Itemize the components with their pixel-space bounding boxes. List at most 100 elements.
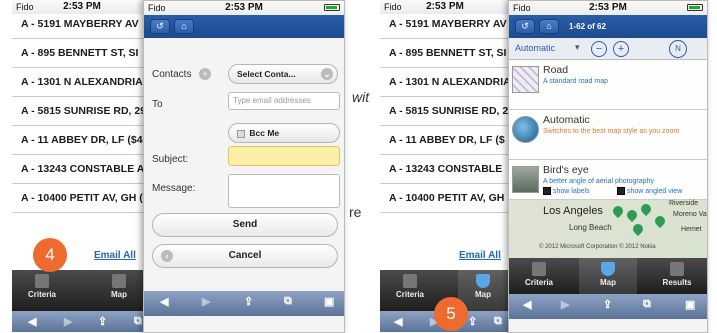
zoom-in-icon[interactable]: + (613, 41, 629, 57)
add-contact-icon[interactable]: + (199, 68, 211, 80)
fragment-text-wit: wit (352, 89, 370, 105)
forward-icon[interactable]: ▶ (202, 295, 210, 308)
sheet-header: ↺ ⌂ (144, 15, 344, 38)
email-sheet: Fido 2:53 PM ↺ ⌂ Contacts + Select Conta… (143, 0, 345, 333)
tabs-icon[interactable]: ▣ (685, 298, 695, 311)
show-labels-checkbox[interactable] (543, 187, 551, 195)
chevron-down-icon: ⌄ (321, 68, 333, 80)
map-marker-icon[interactable] (610, 203, 626, 219)
to-input[interactable]: Type email addresses (228, 92, 340, 110)
message-textarea[interactable] (228, 174, 340, 208)
email-all-link[interactable]: Email All (94, 250, 136, 261)
list-item[interactable]: A - 11 ABBEY DR, LF ($4 (12, 126, 152, 155)
map-style-birdseye[interactable]: Bird's eye A better angle of aerial phot… (509, 160, 707, 200)
tab-criteria[interactable]: Criteria (380, 270, 440, 311)
share-icon[interactable]: ⇪ (244, 295, 253, 308)
right-address-list: A - 5191 MAYBERRY AV A - 895 BENNETT ST,… (380, 10, 510, 270)
bookmarks-icon[interactable]: ⧉ (134, 315, 142, 328)
send-button[interactable]: Send (152, 213, 338, 237)
bcc-toggle[interactable]: Bcc Me (228, 123, 340, 143)
back-icon[interactable]: ◀ (160, 295, 168, 308)
option-title: Road (543, 64, 569, 76)
show-labels-toggle[interactable]: show labels (543, 187, 590, 195)
list-item[interactable]: A - 5191 MAYBERRY AV (12, 10, 152, 39)
tab-criteria[interactable]: Criteria (12, 270, 72, 311)
step-badge-4: 4 (33, 238, 67, 272)
globe-thumbnail-icon (512, 116, 539, 143)
tab-label: Map (475, 290, 491, 299)
battery-icon (324, 4, 340, 11)
compass-icon[interactable]: N (669, 40, 687, 58)
bcc-label: Bcc Me (249, 128, 280, 138)
zoom-out-icon[interactable]: − (591, 41, 607, 57)
clock: 2:53 PM (426, 1, 464, 12)
map-style-road[interactable]: Road A standard road map (509, 60, 707, 110)
map-pin-icon (601, 262, 615, 276)
step-badge-5: 5 (434, 297, 468, 331)
left-address-list: A - 5191 MAYBERRY AV A - 895 BENNETT ST,… (12, 10, 152, 270)
map-label-riverside: Riverside (669, 200, 699, 207)
share-icon[interactable]: ⇪ (98, 315, 107, 328)
tab-map[interactable]: Map (579, 258, 637, 294)
forward-icon[interactable]: ▶ (561, 298, 569, 311)
tab-label: Criteria (395, 290, 424, 299)
subject-input[interactable] (228, 146, 340, 166)
map-marker-icon[interactable] (652, 213, 668, 229)
list-item[interactable]: A - 10400 PETIT AV, GH (380, 184, 510, 213)
list-item[interactable]: A - 11 ABBEY DR, LF ($ (380, 126, 510, 155)
bookmarks-icon[interactable]: ⧉ (494, 315, 502, 328)
list-item[interactable]: A - 1301 N ALEXANDRIA (12, 68, 152, 97)
tab-criteria[interactable]: Criteria (509, 258, 569, 294)
chevron-down-icon: ▾ (575, 42, 580, 52)
sheet-header: ↺ ⌂ 1-62 of 62 (509, 15, 707, 38)
list-item[interactable]: A - 10400 PETIT AV, GH ( (12, 184, 152, 213)
back-icon[interactable]: ◀ (394, 315, 402, 328)
back-icon[interactable]: ◀ (28, 315, 36, 328)
message-label: Message: (152, 183, 196, 194)
share-icon[interactable]: ⇪ (468, 315, 477, 328)
tab-results[interactable]: Results (647, 258, 707, 294)
show-labels-label: show labels (553, 187, 590, 195)
list-item[interactable]: A - 5815 SUNRISE RD, 2 (380, 97, 510, 126)
map-tab-bar: Criteria Map Results (509, 258, 707, 294)
refresh-button[interactable]: ↺ (515, 19, 535, 34)
list-item[interactable]: A - 5815 SUNRISE RD, 29 (12, 97, 152, 126)
tab-map[interactable]: Map (94, 270, 144, 311)
screenshot-stage: A - 5191 MAYBERRY AV A - 895 BENNETT ST,… (0, 0, 717, 333)
list-item[interactable]: A - 895 BENNETT ST, SI (380, 39, 510, 68)
bookmarks-icon[interactable]: ⧉ (643, 298, 651, 311)
map-marker-icon[interactable] (630, 221, 646, 237)
bookmarks-icon[interactable]: ⧉ (284, 295, 292, 308)
map-mode-selector[interactable]: Automatic ▾ − + N (509, 38, 707, 60)
map-view[interactable]: Automatic ▾ − + N Road A standard road m… (509, 38, 707, 258)
select-contact-dropdown[interactable]: Select Conta... ⌄ (228, 64, 338, 84)
left-safari-toolbar: ◀ ▶ ⇪ ⧉ (12, 311, 152, 332)
map-marker-icon[interactable] (624, 207, 640, 223)
email-all-link[interactable]: Email All (459, 250, 501, 261)
clock: 2:53 PM (589, 2, 627, 13)
map-marker-icon[interactable] (638, 201, 654, 217)
list-item[interactable]: A - 13243 CONSTABLE (380, 155, 510, 184)
map-style-automatic[interactable]: Automatic Switches to the best map style… (509, 110, 707, 160)
cancel-icon: ‹ (161, 250, 173, 262)
back-icon[interactable]: ◀ (523, 298, 531, 311)
list-item[interactable]: A - 13243 CONSTABLE A (12, 155, 152, 184)
share-icon[interactable]: ⇪ (603, 298, 612, 311)
map-copyright: © 2012 Microsoft Corporation © 2012 Noki… (539, 244, 656, 250)
map-safari-toolbar: ◀ ▶ ⇪ ⧉ ▣ (509, 294, 707, 319)
list-item[interactable]: A - 1301 N ALEXANDRIA (380, 68, 510, 97)
bcc-checkbox[interactable] (237, 129, 245, 138)
list-item[interactable]: A - 5191 MAYBERRY AV (380, 10, 510, 39)
home-button[interactable]: ⌂ (539, 19, 559, 34)
show-angled-checkbox[interactable] (617, 187, 625, 195)
cancel-button[interactable]: ‹ Cancel (152, 244, 338, 268)
home-button[interactable]: ⌂ (174, 19, 194, 34)
show-angled-toggle[interactable]: show angled view (617, 187, 682, 195)
list-item[interactable]: A - 895 BENNETT ST, SI (12, 39, 152, 68)
refresh-button[interactable]: ↺ (150, 19, 170, 34)
fragment-text-re: re (349, 204, 362, 220)
tabs-icon[interactable]: ▣ (324, 295, 334, 308)
show-angled-label: show angled view (627, 187, 683, 195)
option-subtitle: A standard road map (543, 78, 608, 85)
forward-icon[interactable]: ▶ (64, 315, 72, 328)
